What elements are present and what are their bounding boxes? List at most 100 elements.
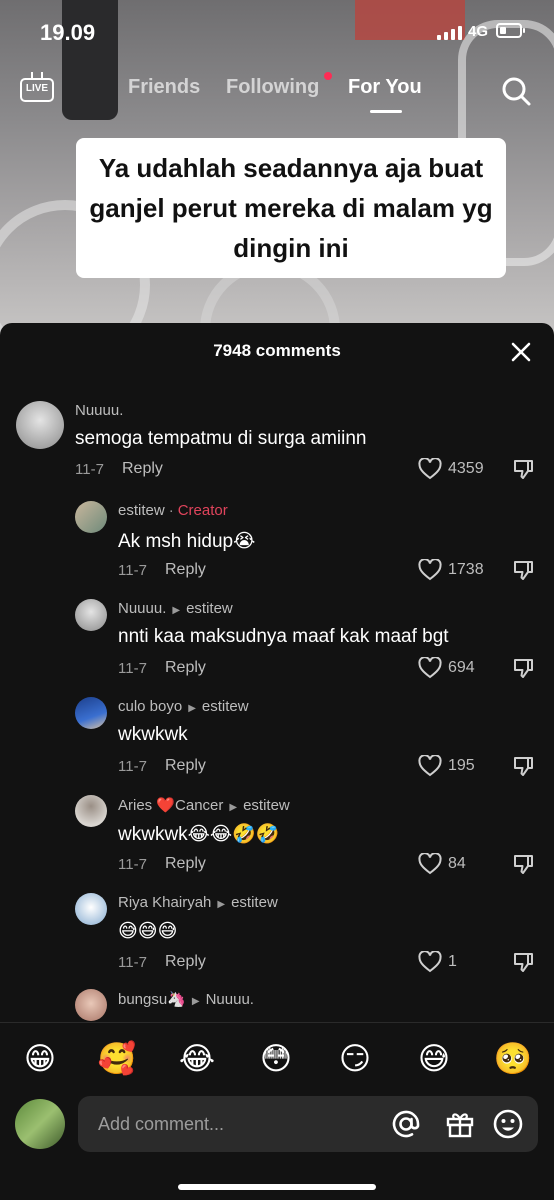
comment-item: Riya Khairyah ▶ estitew 😅😅😅 11-7 Reply 1: [0, 890, 554, 988]
emoji-button[interactable]: 🥺: [493, 1039, 533, 1079]
close-icon[interactable]: [510, 341, 532, 363]
comments-count-title: 7948 comments: [213, 341, 341, 360]
author-name[interactable]: Riya Khairyah: [118, 894, 211, 911]
comment-author[interactable]: estitew · Creator: [118, 502, 228, 519]
author-name[interactable]: estitew: [118, 502, 165, 519]
avatar[interactable]: [75, 599, 107, 631]
comment-text: semoga tempatmu di surga amiinn: [75, 428, 367, 449]
dislike-icon[interactable]: [512, 951, 534, 973]
comment-date: 11-7: [118, 758, 147, 775]
avatar[interactable]: [75, 893, 107, 925]
like-count: 4359: [448, 460, 484, 477]
comment-author[interactable]: Aries ❤️Cancer ▶ estitew: [118, 796, 290, 814]
battery-icon: [496, 23, 525, 38]
comment-input-row: Add comment...: [0, 1092, 554, 1200]
emoji-button[interactable]: 🥰: [97, 1039, 137, 1079]
like-button[interactable]: 195: [418, 755, 488, 777]
tab-following[interactable]: Following: [226, 76, 319, 99]
creator-badge: Creator: [177, 502, 228, 519]
heart-icon: [418, 951, 442, 973]
emoji-button[interactable]: 😏: [335, 1039, 375, 1079]
reply-button[interactable]: Reply: [165, 561, 206, 579]
dislike-icon[interactable]: [512, 657, 534, 679]
reply-button[interactable]: Reply: [165, 953, 206, 971]
heart-icon: [418, 559, 442, 581]
live-label: LIVE: [25, 83, 49, 94]
like-count: 195: [448, 757, 475, 774]
active-tab-indicator: [370, 110, 402, 113]
avatar[interactable]: [75, 989, 107, 1021]
author-name[interactable]: bungsu🦄: [118, 991, 186, 1008]
comment-author[interactable]: Nuuuu.: [75, 402, 123, 419]
notification-dot: [324, 72, 332, 80]
like-button[interactable]: 4359: [418, 458, 488, 480]
tab-for-you[interactable]: For You: [348, 76, 422, 99]
tab-friends[interactable]: Friends: [128, 76, 200, 99]
reply-to-name[interactable]: estitew: [186, 600, 233, 617]
comment-text: 😅😅😅: [118, 921, 178, 942]
avatar: [15, 1099, 65, 1149]
emoji-button[interactable]: 😂: [177, 1039, 217, 1079]
author-name[interactable]: Aries ❤️Cancer: [118, 797, 223, 814]
comment-author[interactable]: Nuuuu. ▶ estitew: [118, 600, 233, 617]
reply-to-name[interactable]: Nuuuu.: [206, 991, 254, 1008]
comment-author[interactable]: culo boyo ▶ estitew: [118, 698, 249, 715]
reply-to-name[interactable]: estitew: [243, 797, 290, 814]
comment-item: Aries ❤️Cancer ▶ estitew wkwkwk😂😂🤣🤣 11-7 R…: [0, 792, 554, 890]
comment-item: Nuuuu. ▶ estitew nnti kaa maksudnya maaf k…: [0, 596, 554, 694]
heart-icon: [418, 657, 442, 679]
author-name[interactable]: Nuuuu.: [75, 402, 123, 419]
like-button[interactable]: 694: [418, 657, 488, 679]
home-indicator[interactable]: [178, 1184, 376, 1190]
comment-text: Ak msh hidup😭: [118, 531, 256, 552]
emoji-picker-icon[interactable]: [492, 1108, 524, 1140]
avatar[interactable]: [16, 401, 64, 449]
mention-icon[interactable]: [390, 1108, 422, 1140]
comment-input-placeholder: Add comment...: [98, 1114, 225, 1134]
avatar[interactable]: [75, 795, 107, 827]
comment-item: bungsu🦄 ▶ Nuuuu.: [0, 988, 554, 1022]
reply-arrow-icon: ▶: [172, 605, 181, 616]
like-button[interactable]: 84: [418, 853, 488, 875]
comment-text: wkwkwk😂😂🤣🤣: [118, 824, 280, 845]
dislike-icon[interactable]: [512, 853, 534, 875]
emoji-button[interactable]: 😁: [20, 1039, 60, 1079]
comment-date: 11-7: [118, 660, 147, 677]
heart-icon: [418, 853, 442, 875]
avatar[interactable]: [75, 697, 107, 729]
comment-date: 11-7: [118, 562, 147, 579]
comment-author[interactable]: bungsu🦄 ▶ Nuuuu.: [118, 990, 254, 1008]
status-bar: 19.09 4G: [0, 0, 554, 66]
heart-icon: [418, 755, 442, 777]
reply-button[interactable]: Reply: [122, 460, 163, 478]
reply-to-name[interactable]: estitew: [231, 894, 278, 911]
comment-date: 11-7: [118, 954, 147, 971]
dislike-icon[interactable]: [512, 755, 534, 777]
emoji-button[interactable]: 😅: [414, 1039, 454, 1079]
dislike-icon[interactable]: [512, 458, 534, 480]
avatar[interactable]: [75, 501, 107, 533]
like-button[interactable]: 1: [418, 951, 488, 973]
gift-icon[interactable]: [444, 1108, 476, 1140]
comment-item: estitew · Creator Ak msh hidup😭 11-7 Reply…: [0, 498, 554, 596]
comment-input[interactable]: Add comment...: [78, 1096, 538, 1152]
comment-date: 11-7: [75, 461, 104, 478]
reply-button[interactable]: Reply: [165, 659, 206, 677]
reply-arrow-icon: ▶: [217, 899, 226, 910]
status-time: 19.09: [40, 20, 96, 45]
comment-item: culo boyo ▶ estitew wkwkwk 11-7 Reply 195: [0, 694, 554, 792]
dislike-icon[interactable]: [512, 559, 534, 581]
video-caption: Ya udahlah seadannya aja buat ganjel per…: [76, 138, 506, 278]
author-name[interactable]: culo boyo: [118, 698, 182, 715]
search-icon[interactable]: [500, 75, 532, 107]
like-button[interactable]: 1738: [418, 559, 488, 581]
reply-button[interactable]: Reply: [165, 757, 206, 775]
live-button[interactable]: LIVE: [20, 72, 54, 106]
reply-arrow-icon: ▶: [188, 703, 196, 714]
author-name[interactable]: Nuuuu.: [118, 600, 166, 617]
comment-author[interactable]: Riya Khairyah ▶ estitew: [118, 894, 278, 911]
reply-button[interactable]: Reply: [165, 855, 206, 873]
emoji-button[interactable]: 😳: [256, 1039, 296, 1079]
reply-to-name[interactable]: estitew: [202, 698, 249, 715]
like-count: 694: [448, 659, 475, 676]
